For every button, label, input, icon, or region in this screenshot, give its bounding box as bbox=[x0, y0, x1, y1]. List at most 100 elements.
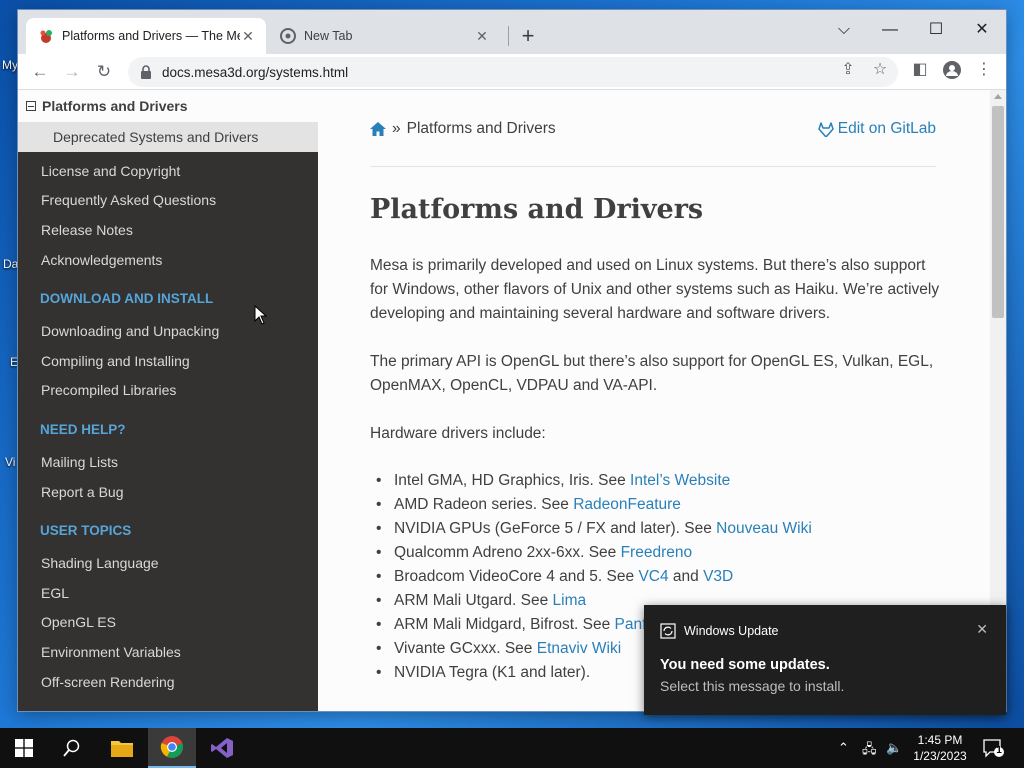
breadcrumb-current: Platforms and Drivers bbox=[406, 120, 556, 137]
driver-text: ARM Mali Utgard. See bbox=[394, 592, 553, 609]
sidebar-subitem-deprecated[interactable]: Deprecated Systems and Drivers bbox=[18, 122, 318, 152]
driver-text: Intel GMA, HD Graphics, Iris. See bbox=[394, 472, 631, 489]
new-tab-button[interactable]: + bbox=[516, 24, 540, 48]
driver-text: Vivante GCxxx. See bbox=[394, 640, 537, 657]
visual-studio-button[interactable] bbox=[198, 728, 246, 768]
tab-search-chevron-icon[interactable]: ⌵ bbox=[824, 16, 864, 44]
sidebar-item-opengl-es[interactable]: OpenGL ES bbox=[18, 608, 318, 638]
driver-text: AMD Radeon series. See bbox=[394, 496, 574, 513]
driver-link[interactable]: Freedreno bbox=[621, 544, 693, 561]
desktop-icon-label[interactable]: My bbox=[2, 58, 18, 72]
home-icon[interactable] bbox=[370, 122, 386, 136]
edit-on-gitlab-link[interactable]: Edit on GitLab bbox=[818, 120, 936, 138]
profile-avatar-icon[interactable] bbox=[938, 56, 966, 89]
sidebar-current-item[interactable]: Platforms and Drivers bbox=[18, 90, 318, 122]
sidebar-item-egl[interactable]: EGL bbox=[18, 578, 318, 608]
collapse-icon[interactable] bbox=[26, 101, 36, 111]
desktop-icon-label[interactable]: Da bbox=[3, 257, 18, 271]
api-paragraph: The primary API is OpenGL but there’s al… bbox=[370, 353, 934, 394]
scrollbar-thumb[interactable] bbox=[992, 106, 1004, 318]
side-panel-icon[interactable]: ◧ bbox=[906, 56, 934, 84]
driver-text: ARM Mali Midgard, Bifrost. See bbox=[394, 616, 615, 633]
folder-icon bbox=[111, 741, 133, 757]
close-tab-icon[interactable]: ✕ bbox=[474, 28, 490, 45]
driver-link[interactable]: V3D bbox=[703, 568, 733, 585]
search-button[interactable] bbox=[48, 728, 96, 768]
lock-icon[interactable] bbox=[140, 65, 152, 79]
bookmark-star-icon[interactable]: ☆ bbox=[866, 56, 894, 84]
driver-list-item: AMD Radeon series. See RadeonFeature bbox=[370, 493, 940, 517]
sidebar-item-compiling[interactable]: Compiling and Installing bbox=[18, 346, 318, 376]
driver-text: NVIDIA Tegra (K1 and later). bbox=[394, 664, 591, 681]
divider bbox=[370, 166, 936, 167]
sidebar-caption-user-topics: USER TOPICS bbox=[40, 523, 132, 539]
minimize-button[interactable]: — bbox=[870, 16, 910, 44]
sidebar-item-env-vars[interactable]: Environment Variables bbox=[18, 637, 318, 667]
desktop-icon-label[interactable]: E bbox=[10, 355, 18, 369]
sidebar-item-downloading[interactable]: Downloading and Unpacking bbox=[18, 316, 318, 346]
toast-close-icon[interactable]: ✕ bbox=[976, 621, 988, 638]
sidebar-caption-download: DOWNLOAD AND INSTALL bbox=[40, 291, 214, 307]
taskbar: ⌃ 🖧 🔈 1:45 PM 1/23/2023 1 bbox=[0, 728, 1024, 768]
system-clock[interactable]: 1:45 PM 1/23/2023 bbox=[908, 732, 972, 764]
scroll-up-arrow-icon[interactable] bbox=[994, 94, 1002, 99]
driver-list-item: Intel GMA, HD Graphics, Iris. See Intel’… bbox=[370, 469, 940, 493]
driver-link[interactable]: Intel’s Website bbox=[630, 472, 730, 489]
sidebar-item-shading-language[interactable]: Shading Language bbox=[18, 548, 318, 578]
breadcrumb-separator: » bbox=[392, 120, 401, 137]
driver-link[interactable]: Nouveau Wiki bbox=[716, 520, 812, 537]
notification-count-badge: 1 bbox=[996, 745, 1002, 756]
sidebar-item-report-bug[interactable]: Report a Bug bbox=[18, 477, 318, 507]
driver-link[interactable]: VC4 bbox=[638, 568, 668, 585]
windows-update-notification[interactable]: Windows Update ✕ You need some updates. … bbox=[644, 605, 1006, 715]
edit-label: Edit on GitLab bbox=[837, 120, 936, 137]
search-icon bbox=[63, 739, 80, 757]
tab-strip: Platforms and Drivers — The Me ✕ New Tab… bbox=[18, 10, 1006, 54]
desktop-icon-label[interactable]: Vi bbox=[5, 455, 15, 469]
browser-toolbar: ← → ↻ docs.mesa3d.org/systems.html ⇪ ☆ ◧… bbox=[18, 54, 1006, 90]
address-bar[interactable]: docs.mesa3d.org/systems.html bbox=[128, 57, 898, 87]
tab-active[interactable]: Platforms and Drivers — The Me ✕ bbox=[26, 18, 266, 54]
driver-link[interactable]: Etnaviv Wiki bbox=[537, 640, 621, 657]
driver-list-item: NVIDIA GPUs (GeForce 5 / FX and later). … bbox=[370, 517, 940, 541]
file-explorer-button[interactable] bbox=[98, 728, 146, 768]
sidebar-item-acknowledgements[interactable]: Acknowledgements bbox=[18, 245, 318, 275]
share-icon[interactable]: ⇪ bbox=[834, 56, 862, 84]
driver-link[interactable]: RadeonFeature bbox=[573, 496, 681, 513]
docs-sidebar: Platforms and Drivers Deprecated Systems… bbox=[18, 90, 318, 711]
chrome-icon bbox=[280, 28, 296, 44]
sidebar-item-offscreen[interactable]: Off-screen Rendering bbox=[18, 667, 318, 697]
hardware-drivers-intro: Hardware drivers include: bbox=[370, 425, 546, 442]
mouse-cursor-icon bbox=[254, 305, 268, 325]
tab-title: New Tab bbox=[304, 29, 353, 43]
chrome-taskbar-button[interactable] bbox=[148, 728, 196, 768]
tab-divider bbox=[508, 26, 509, 46]
windows-update-icon bbox=[660, 623, 676, 639]
tab-title: Platforms and Drivers — The Me bbox=[62, 29, 240, 43]
start-button[interactable] bbox=[0, 728, 48, 768]
volume-icon[interactable]: 🔈 bbox=[886, 740, 902, 756]
driver-text: NVIDIA GPUs (GeForce 5 / FX and later). … bbox=[394, 520, 717, 537]
back-arrow-icon[interactable]: ← bbox=[26, 58, 54, 86]
tab-new-tab[interactable]: New Tab ✕ bbox=[268, 18, 500, 54]
intro-paragraph: Mesa is primarily developed and used on … bbox=[370, 257, 940, 322]
url-text[interactable]: docs.mesa3d.org/systems.html bbox=[162, 65, 348, 80]
action-center-button[interactable]: 1 bbox=[982, 738, 1004, 763]
close-tab-icon[interactable]: ✕ bbox=[240, 28, 256, 45]
close-window-button[interactable]: ✕ bbox=[962, 16, 1002, 44]
network-icon[interactable]: 🖧 bbox=[862, 740, 877, 762]
sidebar-item-license[interactable]: License and Copyright bbox=[18, 156, 318, 186]
sidebar-item-release-notes[interactable]: Release Notes bbox=[18, 215, 318, 245]
sidebar-item-faq[interactable]: Frequently Asked Questions bbox=[18, 186, 318, 216]
sidebar-item-mailing-lists[interactable]: Mailing Lists bbox=[18, 447, 318, 477]
sidebar-item-precompiled[interactable]: Precompiled Libraries bbox=[18, 376, 318, 406]
more-menu-icon[interactable]: ⋮ bbox=[970, 56, 998, 84]
forward-arrow-icon[interactable]: → bbox=[58, 58, 86, 86]
gitlab-icon bbox=[818, 121, 834, 137]
reload-icon[interactable]: ↻ bbox=[90, 58, 118, 86]
maximize-button[interactable]: ☐ bbox=[916, 16, 956, 44]
windows-logo-icon bbox=[15, 739, 33, 757]
show-hidden-icons-chevron-icon[interactable]: ⌃ bbox=[838, 740, 849, 756]
chrome-icon bbox=[160, 736, 184, 758]
driver-link[interactable]: Lima bbox=[553, 592, 587, 609]
